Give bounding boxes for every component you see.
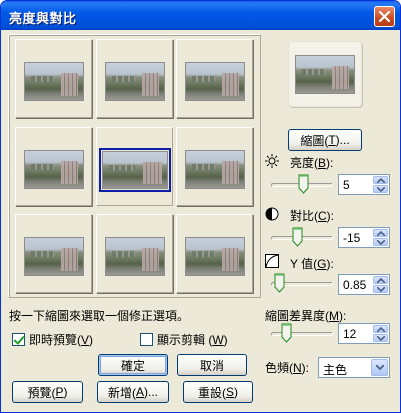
close-button[interactable] (374, 6, 395, 27)
cancel-button[interactable]: 取消 (177, 354, 247, 376)
variation-image (185, 150, 245, 189)
variation-image (24, 150, 84, 189)
color-channel-select[interactable]: 主色 (318, 357, 390, 378)
brightness-down-arrow[interactable] (373, 185, 388, 193)
color-channel-value: 主色 (323, 363, 348, 377)
contrast-value[interactable]: -15 (343, 231, 360, 245)
thumb-diff-down-arrow[interactable] (373, 334, 388, 342)
contrast-spinner[interactable]: -15 (338, 227, 390, 248)
brightness-slider-thumb[interactable] (298, 174, 309, 194)
gamma-up-arrow[interactable] (373, 276, 388, 284)
contrast-slider-thumb[interactable] (292, 227, 303, 247)
thumb-diff-slider-thumb[interactable] (281, 323, 292, 343)
variation-image (105, 62, 165, 101)
contrast-icon (265, 207, 279, 221)
gamma-value[interactable]: 0.85 (343, 278, 366, 292)
variation-image (102, 151, 168, 189)
variation-thumbnail[interactable] (96, 214, 173, 293)
hint-text: 按一下縮圖來選取一個修正選項。 (9, 309, 190, 323)
variation-image (24, 237, 84, 276)
brightness-label: 亮度(B): (290, 156, 334, 170)
variation-image (105, 237, 165, 276)
contrast-down-arrow[interactable] (373, 238, 388, 246)
reset-button[interactable]: 重設(S) (183, 381, 253, 403)
window-title: 亮度與對比 (9, 11, 77, 26)
contrast-up-arrow[interactable] (373, 229, 388, 237)
gamma-slider-thumb[interactable] (274, 273, 285, 293)
gamma-down-arrow[interactable] (373, 285, 388, 293)
brightness-value[interactable]: 5 (343, 178, 350, 192)
show-clipping-checkbox[interactable]: 顯示剪輯 (W) (140, 331, 228, 348)
variation-thumbnail[interactable] (176, 214, 253, 293)
gamma-spinner[interactable]: 0.85 (338, 274, 390, 295)
thumb-diff-label: 縮圖差異度(M): (265, 309, 347, 323)
variation-thumbnail[interactable] (15, 127, 92, 206)
title-bar[interactable]: 亮度與對比 (1, 1, 400, 30)
variation-thumbnail[interactable] (15, 39, 92, 118)
variation-thumbnail[interactable] (176, 127, 253, 206)
brightness-up-arrow[interactable] (373, 176, 388, 184)
variation-thumbnail[interactable] (15, 214, 92, 293)
live-preview-checkbox[interactable]: 即時預覽(V) (12, 331, 93, 348)
brightness-icon (265, 154, 279, 168)
gamma-label: Υ 值(G): (290, 257, 334, 271)
thumb-diff-up-arrow[interactable] (373, 325, 388, 333)
variation-image (185, 62, 245, 101)
current-preview-image (295, 55, 355, 94)
variation-thumbnail[interactable] (96, 39, 173, 118)
show-clipping-check[interactable] (140, 333, 153, 346)
new-button[interactable]: 新增(A)... (97, 381, 169, 403)
thumb-diff-value[interactable]: 12 (343, 327, 356, 341)
color-channel-label: 色頻(N): (265, 361, 310, 375)
close-icon (379, 11, 390, 22)
show-clipping-label: 顯示剪輯 (W) (157, 333, 228, 347)
thumbnail-button[interactable]: 縮圖(T)... (288, 129, 362, 151)
variation-thumbnail[interactable] (176, 39, 253, 118)
preview-button[interactable]: 預覽(P) (12, 381, 83, 403)
brightness-spinner[interactable]: 5 (338, 174, 390, 195)
brightness-contrast-dialog: 亮度與對比 按一下縮圖來選取一個修正選項。 即時預覽(V) 顯示剪輯 (W) 確… (0, 0, 401, 413)
thumb-diff-spinner[interactable]: 12 (338, 323, 390, 344)
live-preview-check[interactable] (12, 333, 25, 346)
chevron-down-icon[interactable] (371, 359, 388, 376)
gamma-curve-icon (265, 254, 279, 268)
variation-grid (8, 34, 261, 298)
live-preview-label: 即時預覽(V) (29, 333, 94, 347)
ok-button[interactable]: 確定 (98, 354, 168, 376)
variation-image (185, 237, 245, 276)
variation-thumbnail-selected[interactable] (96, 127, 173, 206)
variation-image (24, 62, 84, 101)
current-preview (288, 41, 362, 107)
contrast-label: 對比(C): (290, 209, 335, 223)
